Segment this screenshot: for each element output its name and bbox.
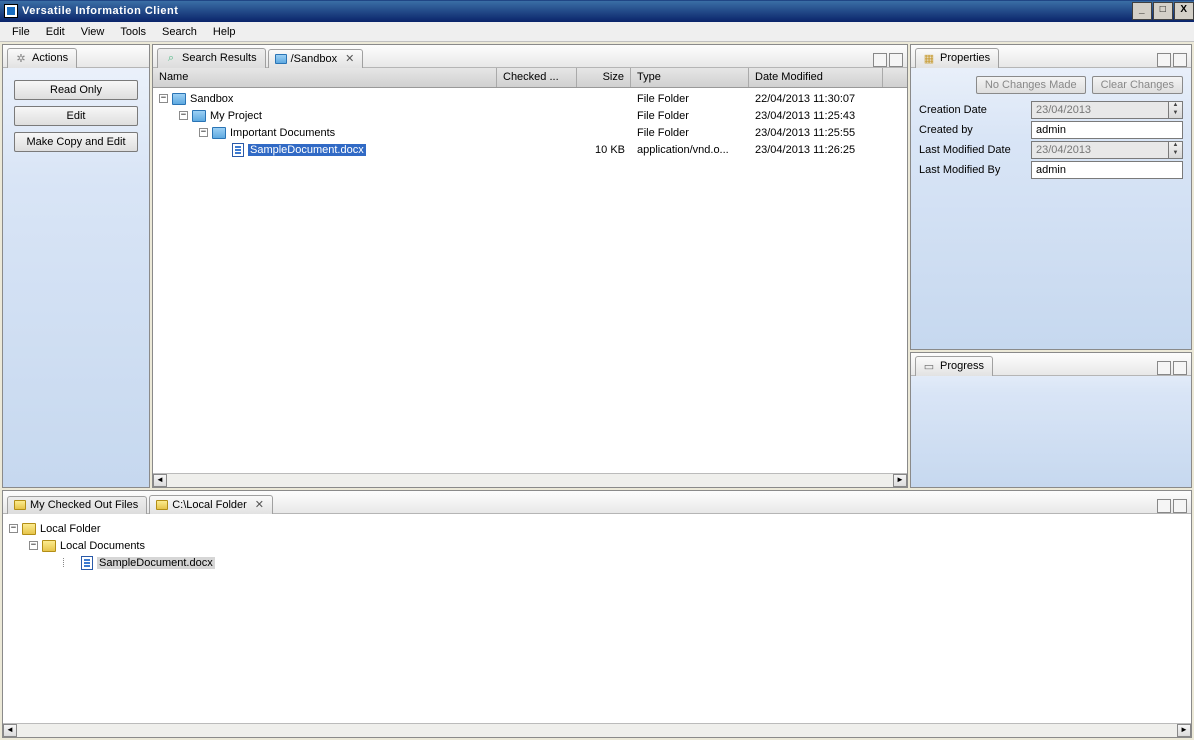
- maximize-view-button[interactable]: [1173, 499, 1187, 513]
- expand-icon[interactable]: −: [159, 94, 168, 103]
- date-stepper[interactable]: ▲▼: [1169, 141, 1183, 159]
- column-headers: Name Checked ... Size Type Date Modified: [153, 68, 907, 88]
- col-size[interactable]: Size: [577, 68, 631, 87]
- no-changes-made-button[interactable]: No Changes Made: [976, 76, 1086, 94]
- progress-pane: ▭ Progress: [910, 352, 1192, 488]
- checked-out-label: My Checked Out Files: [30, 499, 138, 511]
- col-type[interactable]: Type: [631, 68, 749, 87]
- created-by-label: Created by: [919, 124, 1031, 136]
- expand-icon[interactable]: −: [179, 111, 188, 120]
- folder-icon: [212, 127, 226, 139]
- expand-icon[interactable]: −: [199, 128, 208, 137]
- search-results-tab[interactable]: ⌕ Search Results: [157, 48, 266, 68]
- maximize-button[interactable]: □: [1153, 2, 1173, 20]
- search-results-label: Search Results: [182, 52, 257, 64]
- close-button[interactable]: X: [1174, 2, 1194, 20]
- read-only-button[interactable]: Read Only: [14, 80, 138, 100]
- tree-row-myproject[interactable]: −My Project File Folder 23/04/2013 11:25…: [153, 107, 907, 124]
- document-icon: [81, 556, 93, 570]
- title-bar: Versatile Information Client _ □ X: [0, 0, 1194, 22]
- creation-date-field[interactable]: 23/04/2013: [1031, 101, 1169, 119]
- clear-changes-button[interactable]: Clear Changes: [1092, 76, 1183, 94]
- local-folder-label: C:\Local Folder: [172, 499, 247, 511]
- tree-row-sandbox[interactable]: −Sandbox File Folder 22/04/2013 11:30:07: [153, 90, 907, 107]
- last-modified-date-field[interactable]: 23/04/2013: [1031, 141, 1169, 159]
- actions-tab-label: Actions: [32, 52, 68, 64]
- menu-view[interactable]: View: [73, 24, 113, 40]
- close-tab-icon[interactable]: ✕: [255, 498, 264, 511]
- menu-search[interactable]: Search: [154, 24, 205, 40]
- maximize-view-button[interactable]: [1173, 53, 1187, 67]
- checked-out-tab[interactable]: My Checked Out Files: [7, 496, 147, 514]
- last-modified-by-field[interactable]: admin: [1031, 161, 1183, 179]
- scroll-left-icon[interactable]: ◄: [153, 474, 167, 487]
- local-folder-tab[interactable]: C:\Local Folder ✕: [149, 495, 273, 514]
- actions-pane: ✲ Actions Read Only Edit Make Copy and E…: [2, 44, 150, 488]
- sandbox-tab-label: /Sandbox: [291, 53, 337, 65]
- properties-icon: ▦: [922, 51, 936, 65]
- app-icon: [4, 4, 18, 18]
- folder-icon: [14, 500, 26, 510]
- horizontal-scrollbar[interactable]: ◄ ►: [153, 473, 907, 487]
- folder-icon: [192, 110, 206, 122]
- folder-icon: [275, 54, 287, 64]
- local-tree-file[interactable]: SampleDocument.docx: [9, 554, 1185, 571]
- created-by-field[interactable]: admin: [1031, 121, 1183, 139]
- local-tree-root[interactable]: − Local Folder: [9, 520, 1185, 537]
- menu-bar: File Edit View Tools Search Help: [0, 22, 1194, 42]
- properties-tab-label: Properties: [940, 52, 990, 64]
- actions-tab[interactable]: ✲ Actions: [7, 48, 77, 68]
- tree-row-sample-doc[interactable]: SampleDocument.docx 10 KB application/vn…: [153, 141, 907, 158]
- menu-tools[interactable]: Tools: [112, 24, 154, 40]
- local-tree-sub[interactable]: − Local Documents: [9, 537, 1185, 554]
- last-modified-date-label: Last Modified Date: [919, 144, 1031, 156]
- browser-pane: ⌕ Search Results /Sandbox ✕ Name Checked…: [152, 44, 908, 488]
- edit-button[interactable]: Edit: [14, 106, 138, 126]
- progress-tab-label: Progress: [940, 360, 984, 372]
- horizontal-scrollbar[interactable]: ◄ ►: [3, 723, 1191, 737]
- menu-edit[interactable]: Edit: [38, 24, 73, 40]
- date-stepper[interactable]: ▲▼: [1169, 101, 1183, 119]
- make-copy-edit-button[interactable]: Make Copy and Edit: [14, 132, 138, 152]
- expand-icon[interactable]: −: [9, 524, 18, 533]
- col-name[interactable]: Name: [153, 68, 497, 87]
- folder-icon: [172, 93, 186, 105]
- scroll-left-icon[interactable]: ◄: [3, 724, 17, 737]
- folder-icon: [42, 540, 56, 552]
- expand-icon[interactable]: −: [29, 541, 38, 550]
- minimize-view-button[interactable]: [1157, 499, 1171, 513]
- close-tab-icon[interactable]: ✕: [345, 52, 354, 65]
- sandbox-tab[interactable]: /Sandbox ✕: [268, 49, 364, 68]
- scroll-right-icon[interactable]: ►: [1177, 724, 1191, 737]
- progress-icon: ▭: [922, 359, 936, 373]
- last-modified-by-label: Last Modified By: [919, 164, 1031, 176]
- folder-icon: [22, 523, 36, 535]
- minimize-view-button[interactable]: [873, 53, 887, 67]
- tree-row-important[interactable]: −Important Documents File Folder 23/04/2…: [153, 124, 907, 141]
- maximize-view-button[interactable]: [889, 53, 903, 67]
- menu-help[interactable]: Help: [205, 24, 244, 40]
- minimize-view-button[interactable]: [1157, 53, 1171, 67]
- col-date[interactable]: Date Modified: [749, 68, 883, 87]
- minimize-button[interactable]: _: [1132, 2, 1152, 20]
- properties-tab[interactable]: ▦ Properties: [915, 48, 999, 68]
- minimize-view-button[interactable]: [1157, 361, 1171, 375]
- gear-icon: ✲: [14, 51, 28, 65]
- folder-icon: [156, 500, 168, 510]
- local-folder-pane: My Checked Out Files C:\Local Folder ✕ −…: [2, 490, 1192, 738]
- document-icon: [232, 143, 244, 157]
- col-checked[interactable]: Checked ...: [497, 68, 577, 87]
- scroll-right-icon[interactable]: ►: [893, 474, 907, 487]
- window-title: Versatile Information Client: [22, 5, 1131, 17]
- progress-tab[interactable]: ▭ Progress: [915, 356, 993, 376]
- creation-date-label: Creation Date: [919, 104, 1031, 116]
- search-icon: ⌕: [164, 51, 178, 65]
- menu-file[interactable]: File: [4, 24, 38, 40]
- maximize-view-button[interactable]: [1173, 361, 1187, 375]
- properties-pane: ▦ Properties No Changes Made Clear Chang…: [910, 44, 1192, 350]
